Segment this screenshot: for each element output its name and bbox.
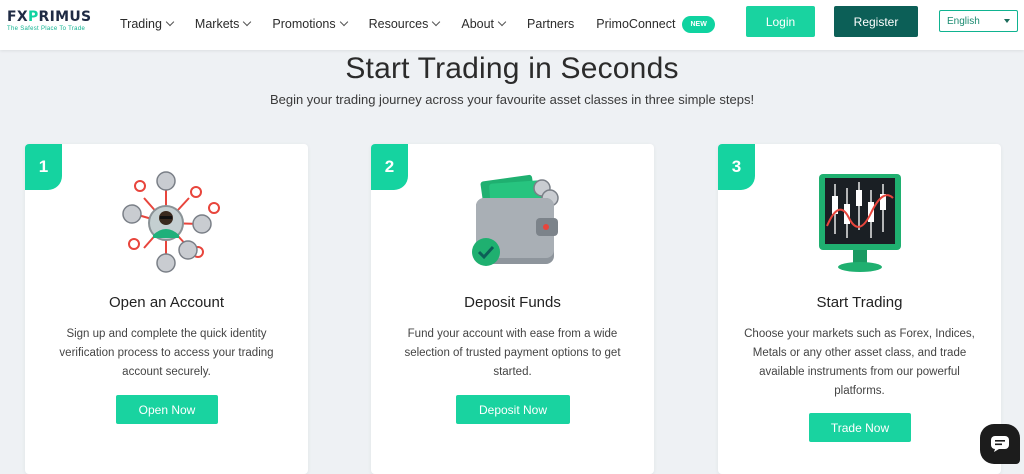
language-value: English <box>947 15 980 27</box>
login-button[interactable]: Login <box>746 6 815 37</box>
step-number: 2 <box>371 144 408 190</box>
nav-about[interactable]: About <box>461 17 507 31</box>
card-description: Choose your markets such as Forex, Indic… <box>744 328 975 397</box>
nav-promotions[interactable]: Promotions <box>272 17 348 31</box>
logo-wordmark: FXPRIMUS <box>7 9 92 25</box>
step-number: 3 <box>718 144 755 190</box>
caret-down-icon <box>1004 19 1010 23</box>
chevron-down-icon <box>165 17 175 27</box>
nav-partners[interactable]: Partners <box>527 17 574 31</box>
card-title: Open an Account <box>108 294 225 311</box>
nav-trading[interactable]: Trading <box>120 17 175 31</box>
chat-widget-button[interactable] <box>980 424 1020 464</box>
step-card-start-trading: 3 Start Trading Choose your markets such… <box>718 144 1001 474</box>
top-navbar: FXPRIMUS The Safest Place To Trade Tradi… <box>0 0 1024 50</box>
network-avatar-icon <box>122 171 220 273</box>
card-title: Start Trading <box>816 294 903 311</box>
chevron-down-icon <box>497 17 507 27</box>
card-description: Fund your account with ease from a wide … <box>404 328 621 378</box>
language-select[interactable]: English <box>939 10 1018 32</box>
deposit-now-button[interactable]: Deposit Now <box>456 395 570 424</box>
chevron-down-icon <box>339 17 348 27</box>
trading-monitor-icon <box>819 174 901 272</box>
page-title: Start Trading in Seconds <box>345 52 679 85</box>
nav-resources[interactable]: Resources <box>369 17 441 31</box>
logo-tagline: The Safest Place To Trade <box>7 26 86 32</box>
fxprimus-logo[interactable]: FXPRIMUS The Safest Place To Trade <box>7 9 97 37</box>
step-number: 1 <box>25 144 62 190</box>
step-card-open-account: 1 Open an Account Sign up and complete t… <box>25 144 308 474</box>
page-subtitle: Begin your trading journey across your f… <box>269 92 755 107</box>
wallet-icon <box>472 174 559 266</box>
card-description: Sign up and complete the quick identity … <box>59 328 274 378</box>
register-button[interactable]: Register <box>834 6 918 37</box>
nav-markets[interactable]: Markets <box>195 17 252 31</box>
trade-now-button[interactable]: Trade Now <box>809 413 911 442</box>
new-badge: NEW <box>682 15 715 33</box>
open-now-button[interactable]: Open Now <box>116 395 218 424</box>
chat-icon <box>991 436 1009 452</box>
card-title: Deposit Funds <box>464 294 561 311</box>
chevron-down-icon <box>432 17 441 27</box>
main-menu: Trading Markets Promotions Resources Abo… <box>120 15 737 33</box>
nav-primoconnect[interactable]: PrimoConnect NEW <box>596 15 715 33</box>
chevron-down-icon <box>243 17 252 27</box>
step-card-deposit-funds: 2 Deposit Funds Fund your account with e… <box>371 144 654 474</box>
